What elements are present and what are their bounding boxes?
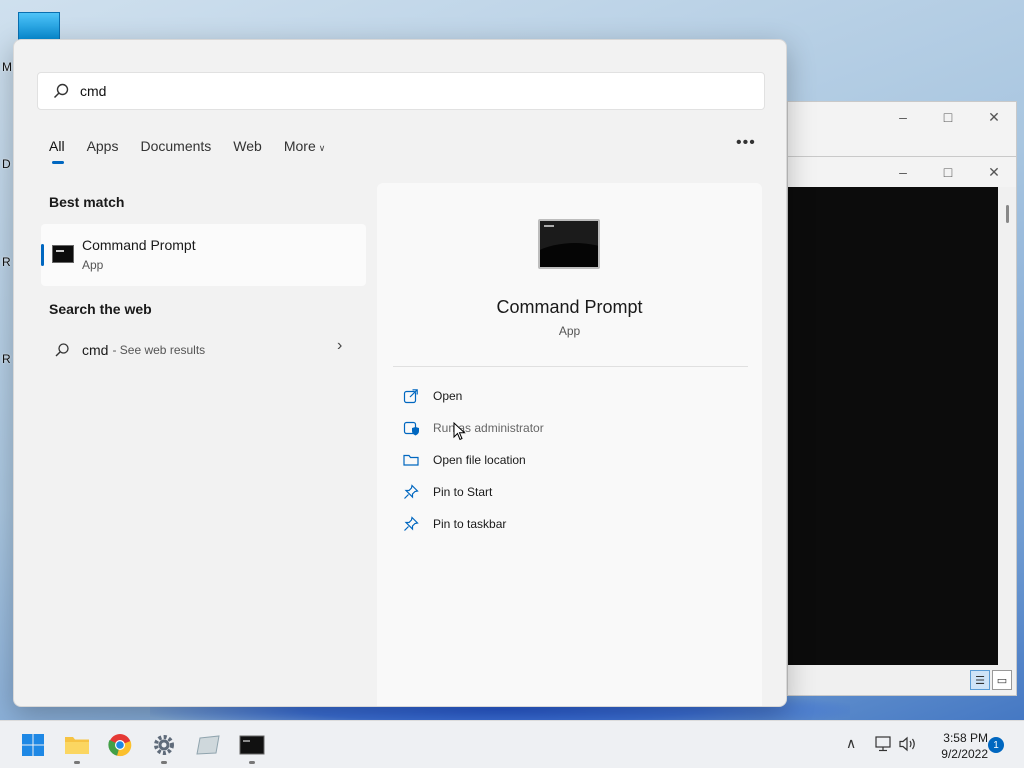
action-pin-to-taskbar[interactable]: Pin to taskbar	[403, 512, 506, 536]
search-input[interactable]	[80, 83, 680, 99]
notification-badge[interactable]: 1	[988, 737, 1004, 753]
maximize-button[interactable]: □	[925, 157, 971, 187]
running-indicator	[249, 761, 255, 764]
clock-time: 3:58 PM	[943, 731, 988, 745]
tab-label: Apps	[86, 138, 119, 154]
scrollbar-thumb[interactable]	[1006, 205, 1009, 223]
pin-icon	[404, 484, 419, 499]
search-panel: All Apps Documents Web More∨ ••• Best ma…	[13, 39, 787, 707]
console-window[interactable]: – □ ✕ ☰ ▭	[787, 156, 1017, 696]
tab-web[interactable]: Web	[233, 136, 262, 166]
folder-icon	[403, 454, 419, 466]
action-label: Pin to Start	[433, 485, 493, 499]
scrollbar[interactable]	[998, 187, 1016, 667]
clock-date: 9/2/2022	[941, 747, 988, 761]
file-explorer-button[interactable]	[64, 733, 90, 757]
tab-label: More	[283, 138, 316, 154]
tab-label: Web	[233, 138, 262, 154]
detail-pane: Command Prompt App Open Run as administr…	[377, 183, 762, 706]
detail-app-type: App	[558, 324, 581, 338]
more-options-icon[interactable]: •••	[736, 134, 756, 152]
best-match-item[interactable]: Command Prompt App	[41, 224, 366, 286]
action-pin-to-start[interactable]: Pin to Start	[403, 480, 492, 504]
search-icon	[53, 83, 69, 99]
running-indicator	[161, 761, 167, 764]
desktop-icon-label[interactable]: R	[2, 255, 11, 269]
selection-indicator	[41, 244, 44, 266]
chrome-button[interactable]	[107, 733, 133, 757]
desktop-icon-label[interactable]: R	[2, 352, 11, 366]
tab-apps[interactable]: Apps	[87, 136, 119, 166]
details-view-button[interactable]: ☰	[970, 670, 990, 690]
action-label: Pin to taskbar	[433, 517, 507, 531]
web-suffix: - See web results	[112, 343, 206, 357]
network-icon[interactable]	[873, 735, 893, 753]
divider	[393, 366, 748, 367]
action-open-file-location[interactable]: Open file location	[403, 448, 526, 472]
show-hidden-icons-button[interactable]: ∧	[846, 735, 856, 752]
detail-app-name: Command Prompt	[496, 297, 643, 317]
active-tab-indicator	[52, 161, 64, 164]
running-indicator	[74, 761, 80, 764]
status-bar: ☰ ▭	[788, 665, 1016, 695]
action-label: Open	[433, 389, 463, 403]
search-icon	[55, 343, 69, 357]
clock[interactable]: 3:58 PM 9/2/2022	[924, 730, 988, 762]
desktop-icon[interactable]	[18, 12, 60, 42]
tab-label: Documents	[140, 138, 212, 154]
whiteboard-icon	[196, 735, 220, 755]
action-open[interactable]: Open	[403, 384, 462, 408]
command-prompt-button[interactable]	[239, 733, 265, 757]
close-button[interactable]: ✕	[971, 102, 1017, 132]
action-run-as-admin[interactable]: Run as administrator	[403, 416, 544, 440]
filter-tabs: All Apps Documents Web More ∨	[49, 136, 347, 166]
chevron-down-icon: ∨	[318, 143, 326, 153]
tab-label: All	[49, 138, 65, 154]
console-area[interactable]	[788, 187, 1000, 667]
web-result-item[interactable]: cmd - See web results ›	[54, 336, 354, 364]
search-web-heading: Search the web	[49, 301, 152, 317]
thumbnail-view-button[interactable]: ▭	[992, 670, 1012, 690]
close-button[interactable]: ✕	[971, 157, 1017, 187]
mouse-cursor-icon	[453, 422, 466, 441]
best-match-name: Command Prompt	[82, 237, 196, 253]
search-box[interactable]	[37, 72, 765, 110]
shield-admin-icon	[403, 421, 419, 436]
minimize-button[interactable]: –	[880, 102, 926, 132]
action-label: Run as administrator	[433, 421, 544, 435]
minimize-button[interactable]: –	[880, 157, 926, 187]
tab-more[interactable]: More ∨	[284, 136, 326, 166]
start-icon	[22, 734, 44, 756]
start-button[interactable]	[20, 733, 46, 757]
settings-button[interactable]	[151, 733, 177, 757]
chrome-icon	[108, 734, 132, 757]
desktop-icon-label[interactable]: D	[2, 157, 11, 171]
action-label: Open file location	[433, 453, 526, 467]
open-external-icon	[403, 389, 418, 404]
command-prompt-icon	[52, 245, 74, 263]
desktop-icon-label[interactable]: M	[2, 60, 12, 74]
taskbar: ∧ 3:58 PM 9/2/2022 1	[0, 720, 1024, 768]
pin-icon	[404, 516, 419, 531]
whiteboard-button[interactable]	[195, 733, 221, 757]
best-match-heading: Best match	[49, 194, 125, 210]
volume-icon[interactable]	[898, 735, 918, 753]
web-query: cmd	[82, 342, 109, 358]
chevron-right-icon: ›	[337, 337, 343, 354]
file-explorer-icon	[65, 737, 89, 754]
best-match-type: App	[82, 258, 104, 272]
settings-icon	[154, 735, 174, 755]
command-prompt-icon	[538, 219, 600, 269]
maximize-button[interactable]: □	[925, 102, 971, 132]
background-window[interactable]: – □ ✕	[787, 101, 1017, 161]
tab-documents[interactable]: Documents	[140, 136, 211, 166]
tab-all[interactable]: All	[49, 136, 65, 166]
command-prompt-icon	[239, 735, 265, 755]
